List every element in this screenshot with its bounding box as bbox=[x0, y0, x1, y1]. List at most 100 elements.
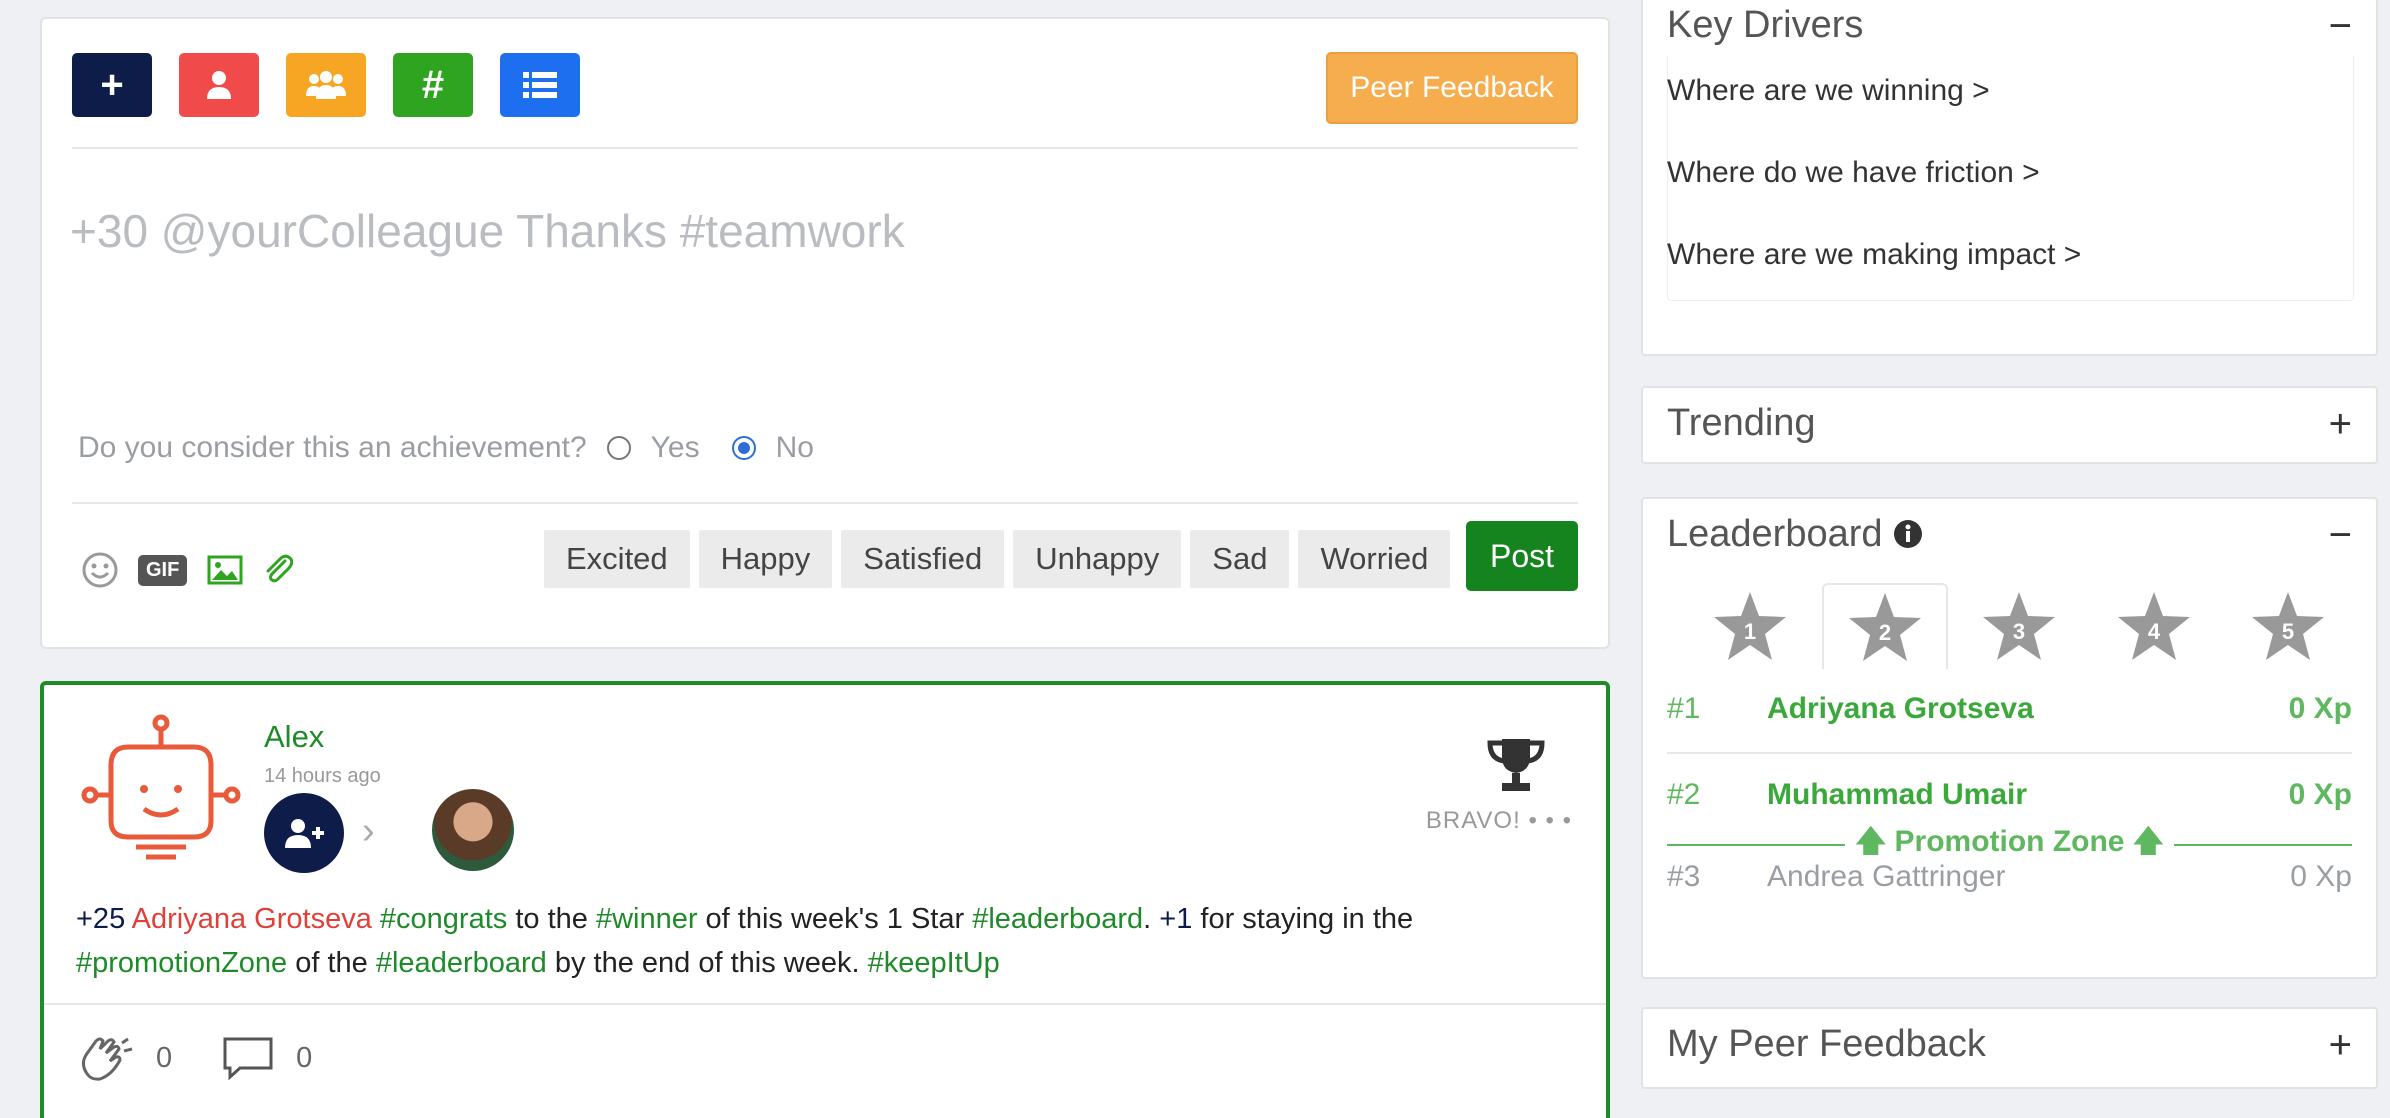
collapse-icon[interactable]: − bbox=[2329, 513, 2352, 558]
feed-item: Alex 14 hours ago › BRAVO! • • • +25 Adr… bbox=[40, 681, 1610, 1118]
leaderboard-row[interactable]: #1 Adriyana Grotseva 0 Xp bbox=[1667, 692, 2352, 726]
post-text: for staying in the bbox=[1192, 903, 1414, 935]
info-icon[interactable] bbox=[1893, 519, 1923, 549]
trophy-icon bbox=[1487, 739, 1545, 791]
divider bbox=[72, 502, 1578, 504]
image-icon[interactable] bbox=[207, 555, 243, 585]
expand-icon[interactable]: + bbox=[2329, 1023, 2352, 1068]
leaderboard-row[interactable]: #2 Muhammad Umair 0 Xp bbox=[1667, 778, 2352, 812]
expand-icon[interactable]: + bbox=[2329, 402, 2352, 447]
trending-panel: Trending + bbox=[1641, 386, 2378, 464]
xp: 0 Xp bbox=[2290, 860, 2352, 893]
player-name[interactable]: Muhammad Umair bbox=[1767, 778, 2289, 812]
star-tab-4[interactable]: 4 bbox=[2091, 583, 2217, 669]
list-button[interactable] bbox=[500, 53, 580, 117]
yes-radio[interactable] bbox=[606, 436, 631, 460]
player-name[interactable]: Adriyana Grotseva bbox=[1767, 692, 2289, 726]
hashtag[interactable]: #leaderboard bbox=[376, 947, 547, 979]
add-button[interactable]: + bbox=[72, 53, 152, 117]
mood-worried[interactable]: Worried bbox=[1298, 530, 1451, 588]
comment-icon[interactable] bbox=[222, 1036, 274, 1080]
star-tab-1[interactable]: 1 bbox=[1687, 583, 1813, 669]
promotion-line bbox=[2173, 843, 2352, 846]
post-composer: + # Peer Feedback +30 @yourColleague Tha… bbox=[40, 17, 1610, 649]
link-winning[interactable]: Where are we winning > bbox=[1667, 74, 1990, 108]
mood-sad[interactable]: Sad bbox=[1190, 530, 1290, 588]
leaderboard-row[interactable]: #3 Andrea Gattringer 0 Xp bbox=[1667, 860, 2352, 894]
mood-unhappy[interactable]: Unhappy bbox=[1013, 530, 1182, 588]
rank: #3 bbox=[1667, 860, 1701, 893]
star-tab-3[interactable]: 3 bbox=[1956, 583, 2082, 669]
mention[interactable]: Adriyana Grotseva bbox=[132, 903, 372, 935]
xp: 0 Xp bbox=[2288, 692, 2352, 725]
gif-icon[interactable]: GIF bbox=[138, 554, 188, 586]
hashtag[interactable]: #congrats bbox=[380, 903, 507, 935]
bravo-text: BRAVO! bbox=[1425, 807, 1521, 834]
emoji-icon[interactable] bbox=[82, 552, 118, 588]
achievement-label: Do you consider this an achievement? bbox=[78, 431, 587, 464]
star-icon: 2 bbox=[1848, 593, 1921, 661]
star-icon: 4 bbox=[2117, 592, 2190, 660]
bravo-label[interactable]: BRAVO! • • • bbox=[1426, 807, 1572, 835]
hashtag-button[interactable]: # bbox=[393, 53, 473, 117]
rank: #1 bbox=[1667, 692, 1701, 725]
clap-icon[interactable] bbox=[78, 1035, 134, 1081]
comment-count: 0 bbox=[296, 1041, 313, 1074]
key-drivers-title: Key Drivers bbox=[1667, 4, 1864, 46]
attachment-tools: GIF bbox=[82, 552, 294, 588]
team-button[interactable] bbox=[286, 53, 366, 117]
collapse-icon[interactable]: − bbox=[2329, 4, 2352, 49]
post-text: to the bbox=[507, 903, 596, 935]
mood-options: Excited Happy Satisfied Unhappy Sad Worr… bbox=[544, 530, 1451, 588]
paperclip-icon[interactable] bbox=[263, 553, 294, 587]
add-person-button[interactable] bbox=[264, 793, 344, 873]
star-tab-5[interactable]: 5 bbox=[2225, 583, 2351, 669]
hashtag[interactable]: #winner bbox=[596, 903, 698, 935]
my-peer-feedback-panel: My Peer Feedback + bbox=[1641, 1007, 2378, 1089]
star-number: 2 bbox=[1878, 620, 1890, 645]
post-button[interactable]: Post bbox=[1466, 521, 1578, 591]
recipient-avatar[interactable] bbox=[432, 789, 514, 871]
reactions: 0 0 bbox=[78, 1035, 312, 1081]
mood-happy[interactable]: Happy bbox=[698, 530, 833, 588]
no-label[interactable]: No bbox=[776, 431, 814, 465]
hashtag[interactable]: #leaderboard bbox=[972, 903, 1143, 935]
star-number: 5 bbox=[2282, 619, 2294, 644]
mood-satisfied[interactable]: Satisfied bbox=[841, 530, 1005, 588]
post-time: 14 hours ago bbox=[264, 765, 381, 787]
yes-label[interactable]: Yes bbox=[651, 431, 700, 465]
star-tab-2[interactable]: 2 bbox=[1821, 583, 1948, 669]
robot-avatar-icon bbox=[81, 714, 241, 860]
page: + # Peer Feedback +30 @yourColleague Tha… bbox=[0, 0, 2390, 1118]
composer-toolbar: + # bbox=[72, 53, 580, 117]
post-text: by the end of this week. bbox=[546, 947, 868, 979]
user-icon bbox=[207, 71, 231, 99]
add-user-icon bbox=[285, 819, 324, 848]
link-impact[interactable]: Where are we making impact > bbox=[1667, 238, 2081, 272]
player-name[interactable]: Andrea Gattringer bbox=[1767, 860, 2290, 894]
chevron-right-icon: › bbox=[362, 810, 375, 852]
divider bbox=[44, 1003, 1606, 1005]
peer-feedback-button[interactable]: Peer Feedback bbox=[1326, 52, 1578, 124]
no-radio[interactable] bbox=[731, 436, 756, 460]
post-input[interactable]: +30 @yourColleague Thanks #teamwork bbox=[70, 204, 905, 258]
star-number: 3 bbox=[2013, 619, 2025, 644]
post-text: of the bbox=[287, 947, 376, 979]
xp: 0 Xp bbox=[2288, 778, 2352, 811]
post-text: of this week's 1 Star bbox=[697, 903, 973, 935]
post-text: . bbox=[1143, 903, 1160, 935]
more-icon[interactable]: • • • bbox=[1528, 807, 1572, 834]
star-number: 1 bbox=[1744, 619, 1756, 644]
team-icon bbox=[306, 71, 346, 99]
post-author[interactable]: Alex bbox=[264, 719, 324, 755]
hashtag[interactable]: #promotionZone bbox=[76, 947, 287, 979]
clap-count: 0 bbox=[156, 1041, 173, 1074]
link-friction[interactable]: Where do we have friction > bbox=[1667, 156, 2040, 190]
trending-title: Trending bbox=[1667, 402, 1816, 444]
user-button[interactable] bbox=[179, 53, 259, 117]
promotion-line bbox=[1667, 843, 1846, 846]
hashtag[interactable]: #keepItUp bbox=[868, 947, 1000, 979]
leaderboard-panel: Leaderboard − 1 2 3 4 5 #1 Adriyana Grot… bbox=[1641, 497, 2378, 979]
mood-excited[interactable]: Excited bbox=[544, 530, 690, 588]
list-icon bbox=[523, 72, 557, 98]
